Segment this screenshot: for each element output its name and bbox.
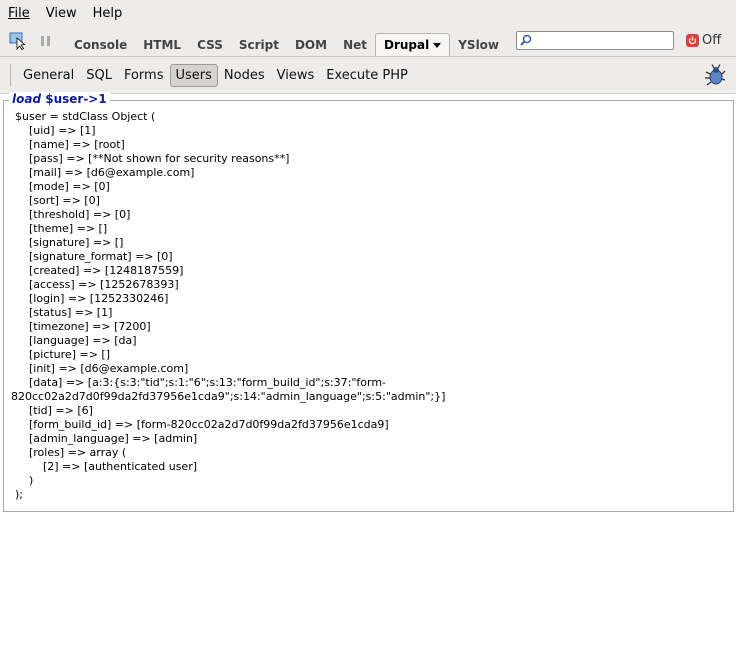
- power-toggle[interactable]: Off: [686, 31, 721, 49]
- tab-label: Drupal: [384, 38, 430, 52]
- drupal-tab-sql[interactable]: SQL: [80, 64, 118, 87]
- tab-html[interactable]: HTML: [135, 34, 189, 56]
- dump-line: );: [15, 488, 23, 501]
- dump-line: [signature] => []: [15, 236, 124, 249]
- menu-bar: File View Help: [0, 0, 736, 26]
- dump-line: [status] => [1]: [15, 306, 113, 319]
- toolbar-separator: [10, 64, 11, 86]
- pause-icon[interactable]: [36, 31, 56, 51]
- power-label: Off: [702, 32, 722, 48]
- tab-console[interactable]: Console: [66, 34, 135, 56]
- menu-file[interactable]: File: [0, 6, 38, 21]
- tab-label: YSlow: [458, 38, 500, 52]
- inspect-icon[interactable]: [8, 31, 28, 51]
- firebug-bug-icon[interactable]: [704, 64, 726, 86]
- dump-line: [login] => [1252330246]: [15, 292, 169, 305]
- tab-label: DOM: [294, 38, 328, 52]
- dump-line: [picture] => []: [15, 348, 110, 361]
- chevron-down-icon: [433, 43, 442, 48]
- search-icon: [520, 34, 532, 46]
- tab-label: Net: [343, 38, 367, 52]
- dump-line: [tid] => [6]: [15, 404, 93, 417]
- dump-line: [signature_format] => [0]: [15, 250, 173, 263]
- tab-drupal[interactable]: Drupal: [375, 33, 451, 56]
- drupal-tab-users[interactable]: Users: [169, 63, 218, 87]
- search-box[interactable]: [516, 31, 674, 50]
- dump-line: [timezone] => [7200]: [15, 320, 151, 333]
- dump-line: [admin_language] => [admin]: [15, 432, 198, 445]
- dump-line: [roles] => array (: [15, 446, 127, 459]
- drupal-toolbar: General SQL Forms Users Nodes Views Execute PH…: [0, 57, 736, 94]
- menu-file-label: File: [8, 5, 30, 21]
- tab-dom[interactable]: DOM: [287, 34, 335, 56]
- tab-label: HTML: [143, 38, 182, 52]
- tab-css[interactable]: CSS: [189, 34, 231, 56]
- dump-line: [mail] => [d6@example.com]: [15, 166, 195, 179]
- tab-label: Console: [74, 38, 128, 52]
- user-dump: $user = stdClass Object ( [uid] => [1] […: [11, 110, 445, 502]
- panel-legend: load $user->1: [9, 92, 110, 106]
- dump-line: [data] => [a:3:{s:3:"tid";s:1:"6";s:13:"…: [15, 376, 387, 389]
- power-icon: [686, 33, 699, 47]
- dump-line: [2] => [authenticated user]: [15, 460, 198, 473]
- search-input[interactable]: [535, 32, 667, 47]
- dump-line: ): [15, 474, 34, 487]
- tab-script[interactable]: Script: [231, 34, 287, 56]
- tab-yslow[interactable]: YSlow: [450, 34, 507, 56]
- dump-line: 820cc02a2d7d0f99da2fd37956e1cda9";s:14:"…: [11, 390, 446, 403]
- dump-line: [language] => [da]: [15, 334, 137, 347]
- dump-line: [access] => [1252678393]: [15, 278, 179, 291]
- drupal-tab-views[interactable]: Views: [271, 64, 321, 87]
- dump-line: [form_build_id] => [form-820cc02a2d7d0f9…: [15, 418, 389, 431]
- dump-line: [sort] => [0]: [15, 194, 100, 207]
- tab-label: Script: [238, 38, 279, 52]
- dump-line: [created] => [1248187559]: [15, 264, 184, 277]
- tab-net[interactable]: Net: [335, 34, 375, 56]
- dump-line: [threshold] => [0]: [15, 208, 131, 221]
- menu-help[interactable]: Help: [85, 6, 131, 21]
- dump-line: [name] => [root]: [15, 138, 125, 151]
- legend-prefix: load: [12, 92, 46, 106]
- drupal-tab-general[interactable]: General: [17, 64, 80, 87]
- drupal-tab-execute-php[interactable]: Execute PHP: [320, 64, 414, 87]
- dump-line: $user = stdClass Object (: [15, 110, 156, 123]
- dump-line: [pass] => [**Not shown for security reas…: [15, 152, 290, 165]
- tab-label: CSS: [197, 38, 223, 52]
- drupal-tab-nodes[interactable]: Nodes: [218, 64, 271, 87]
- drupal-tab-forms[interactable]: Forms: [118, 64, 170, 87]
- dump-line: [mode] => [0]: [15, 180, 110, 193]
- menu-view[interactable]: View: [38, 6, 85, 21]
- dump-line: [theme] => []: [15, 222, 108, 235]
- legend-var: $user->1: [45, 92, 107, 106]
- dump-line: [uid] => [1]: [15, 124, 96, 137]
- dump-line: [init] => [d6@example.com]: [15, 362, 189, 375]
